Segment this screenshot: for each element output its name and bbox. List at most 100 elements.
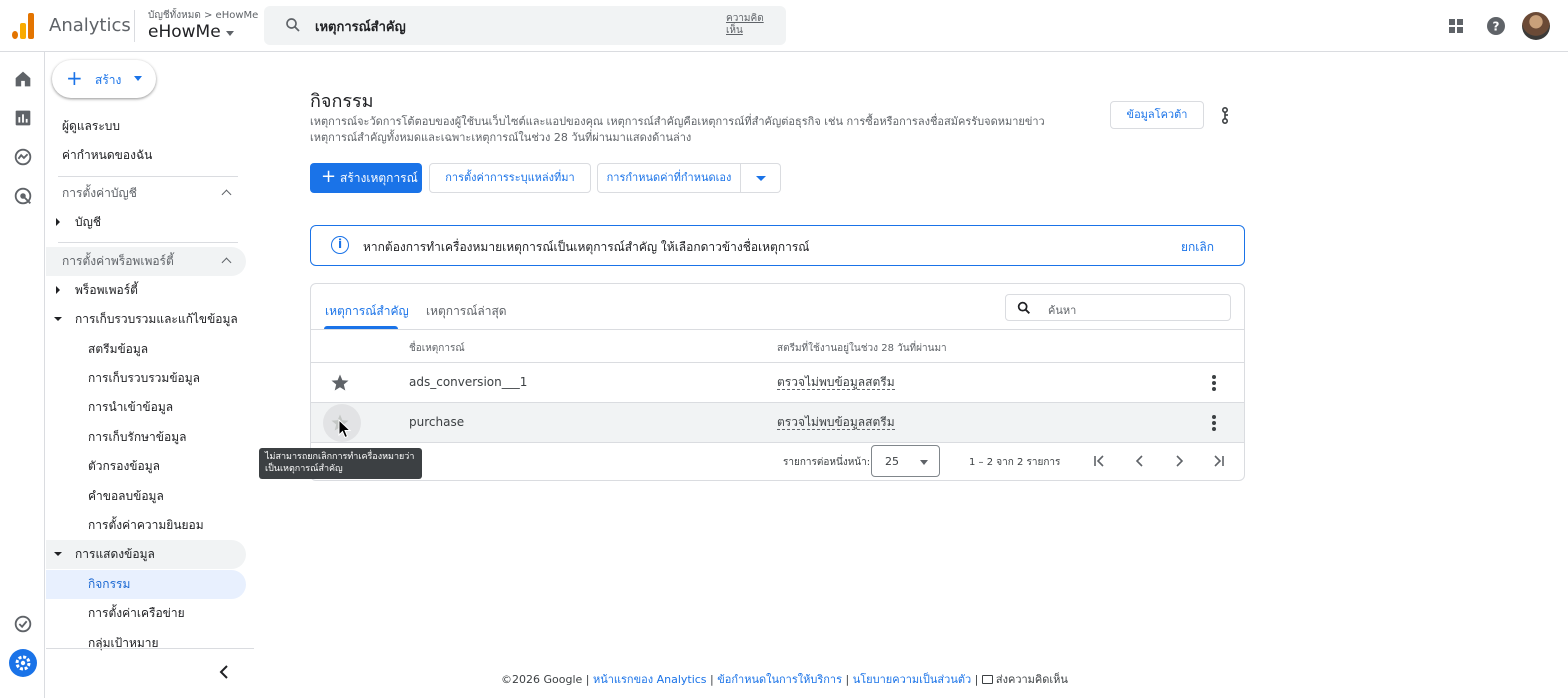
admin-sidebar: + สร้าง ผู้ดูแลระบบ ค่ากำหนดของฉัน การตั… <box>46 52 254 698</box>
star-icon[interactable] <box>328 371 352 395</box>
more-vert-icon[interactable] <box>1208 373 1220 393</box>
sidebar-section-property-settings[interactable]: การตั้งค่าพร็อพเพอร์ตี้ <box>46 247 246 276</box>
footer: ©2026 Google | หน้าแรกของ Analytics | ข้… <box>501 670 1068 688</box>
chevron-up-icon <box>221 257 232 268</box>
column-header-event-name[interactable]: ชื่อเหตุการณ์ <box>409 341 465 356</box>
sidebar-item-data-streams[interactable]: สตรีมข้อมูล <box>46 335 246 364</box>
footer-separator: | <box>971 673 982 686</box>
sidebar-item-label: พร็อพเพอร์ตี้ <box>75 283 138 297</box>
plus-icon: + <box>321 166 337 187</box>
chevron-down-icon <box>134 76 142 81</box>
table-row: purchase ตรวจไม่พบข้อมูลสตรีม <box>311 403 1244 443</box>
insights-icon[interactable] <box>1216 106 1234 126</box>
collapse-sidebar-icon[interactable] <box>217 664 233 680</box>
sidebar-section-account-settings[interactable]: การตั้งค่าบัญชี <box>46 179 246 208</box>
chevron-down-icon[interactable] <box>226 31 234 36</box>
collapse-arrow-icon <box>54 552 62 556</box>
sidebar-item-data-deletion[interactable]: คำขอลบข้อมูล <box>46 482 246 511</box>
tab-recent-events[interactable]: เหตุการณ์ล่าสุด <box>426 302 507 321</box>
rows-per-page-select[interactable]: 25 <box>871 445 940 477</box>
footer-link-feedback[interactable]: ส่งความคิดเห็น <box>996 673 1068 686</box>
events-table-card: เหตุการณ์สำคัญ เหตุการณ์ล่าสุด ค้นหา ชื่… <box>310 283 1245 481</box>
account-breadcrumb[interactable]: บัญชีทั้งหมด > eHowMe <box>148 8 258 23</box>
banner-message: หากต้องการทำเครื่องหมายเหตุการณ์เป็นเหตุ… <box>363 240 810 254</box>
sidebar-item-data-collection[interactable]: การเก็บรวบรวมและแก้ไขข้อมูล <box>46 305 246 334</box>
search-input[interactable]: เหตุการณ์สำคัญ ความคิดเห็น <box>264 6 786 45</box>
create-label: สร้าง <box>95 73 122 87</box>
expand-arrow-icon <box>56 218 60 226</box>
help-icon[interactable]: ? <box>1482 12 1510 40</box>
home-icon[interactable] <box>12 68 34 90</box>
last-page-icon[interactable] <box>1210 453 1226 469</box>
plus-icon: + <box>66 66 83 90</box>
search-icon <box>1017 301 1030 314</box>
create-event-button[interactable]: + สร้างเหตุการณ์ <box>310 163 422 193</box>
search-query: เหตุการณ์สำคัญ <box>315 20 406 35</box>
avatar[interactable] <box>1522 12 1550 40</box>
sidebar-item-data-filters[interactable]: ตัวกรองข้อมูล <box>46 452 246 481</box>
more-vert-icon[interactable] <box>1208 413 1220 433</box>
sidebar-item-data-collection-settings[interactable]: การเก็บรวบรวมข้อมูล <box>46 364 246 393</box>
sidebar-item-account[interactable]: บัญชี <box>46 208 246 237</box>
sidebar-item-admin[interactable]: ผู้ดูแลระบบ <box>46 112 246 141</box>
account-selector[interactable]: eHowMe <box>148 22 221 42</box>
divider <box>58 242 238 243</box>
check-circle-icon[interactable] <box>12 613 34 635</box>
top-bar: Analytics บัญชีทั้งหมด > eHowMe eHowMe เ… <box>0 0 1568 52</box>
sidebar-item-data-retention[interactable]: การเก็บรักษาข้อมูล <box>46 423 246 452</box>
sidebar-item-label: บัญชี <box>75 215 101 229</box>
banner-dismiss-button[interactable]: ยกเลิก <box>1181 238 1214 257</box>
feedback-icon <box>981 675 993 684</box>
info-icon: i <box>331 236 349 254</box>
column-header-stream[interactable]: สตรีมที่ใช้งานอยู่ในช่วง 28 วันที่ผ่านมา <box>777 341 947 356</box>
tab-key-events[interactable]: เหตุการณ์สำคัญ <box>325 302 409 321</box>
footer-link-terms[interactable]: ข้อกำหนดในการให้บริการ <box>717 673 842 686</box>
attribution-settings-button[interactable]: การตั้งค่าการระบุแหล่งที่มา <box>429 163 591 193</box>
sidebar-item-data-display[interactable]: การแสดงข้อมูล <box>46 540 246 569</box>
divider <box>134 10 135 42</box>
custom-definitions-button[interactable]: การกำหนดค่าที่กำหนดเอง <box>597 163 741 193</box>
first-page-icon[interactable] <box>1092 453 1108 469</box>
nav-rail <box>0 52 45 698</box>
divider <box>58 176 238 177</box>
sidebar-item-preferences[interactable]: ค่ากำหนดของฉัน <box>46 141 246 170</box>
sidebar-item-events[interactable]: กิจกรรม <box>46 570 246 599</box>
footer-separator: | <box>842 673 853 686</box>
sidebar-item-consent-settings[interactable]: การตั้งค่าความยินยอม <box>46 511 246 540</box>
create-button[interactable]: + สร้าง <box>52 60 156 98</box>
table-search-input[interactable]: ค้นหา <box>1005 294 1231 321</box>
next-page-icon[interactable] <box>1171 453 1187 469</box>
sidebar-item-data-import[interactable]: การนำเข้าข้อมูล <box>46 393 246 422</box>
footer-link-privacy[interactable]: นโยบายความเป็นส่วนตัว <box>853 673 971 686</box>
search-feedback-link[interactable]: ความคิดเห็น <box>726 13 770 37</box>
star-tooltip: ไม่สามารถยกเลิกการทำเครื่องหมายว่าเป็นเห… <box>259 448 422 479</box>
more-options-dropdown[interactable] <box>741 163 781 193</box>
sidebar-item-audiences[interactable]: กลุ่มเป้าหมาย <box>46 629 246 658</box>
page-title: กิจกรรม <box>310 91 374 112</box>
sidebar-item-label: การเก็บรวบรวมและแก้ไขข้อมูล <box>75 312 238 326</box>
info-banner: i หากต้องการทำเครื่องหมายเหตุการณ์เป็นเห… <box>310 225 1245 266</box>
table-header: ชื่อเหตุการณ์ สตรีมที่ใช้งานอยู่ในช่วง 2… <box>311 330 1244 363</box>
sidebar-item-network-settings[interactable]: การตั้งค่าเครือข่าย <box>46 599 246 628</box>
event-name: ads_conversion___1 <box>409 375 528 389</box>
admin-gear-icon[interactable] <box>9 649 37 677</box>
footer-link-home[interactable]: หน้าแรกของ Analytics <box>593 673 707 686</box>
sidebar-item-property[interactable]: พร็อพเพอร์ตี้ <box>46 276 246 305</box>
stream-status[interactable]: ตรวจไม่พบข้อมูลสตรีม <box>777 375 895 390</box>
collapse-arrow-icon <box>54 317 62 321</box>
explore-icon[interactable] <box>12 146 34 168</box>
reports-icon[interactable] <box>12 107 34 129</box>
pagination: รายการต่อหนึ่งหน้า: 25 1 – 2 จาก 2 รายกา… <box>311 442 1244 480</box>
main-content: กิจกรรม เหตุการณ์จะวัดการโต้ตอบของผู้ใช้… <box>254 52 1568 698</box>
page-description: เหตุการณ์จะวัดการโต้ตอบของผู้ใช้บนเว็บไซ… <box>310 115 1045 144</box>
advertising-icon[interactable] <box>12 185 34 207</box>
stream-status[interactable]: ตรวจไม่พบข้อมูลสตรีม <box>777 415 895 430</box>
quota-info-button[interactable]: ข้อมูลโควต้า <box>1110 101 1204 129</box>
sidebar-item-label: การแสดงข้อมูล <box>75 547 155 561</box>
apps-grid-icon[interactable] <box>1442 12 1470 40</box>
tab-bar: เหตุการณ์สำคัญ เหตุการณ์ล่าสุด ค้นหา <box>311 284 1244 330</box>
footer-separator: | <box>706 673 718 686</box>
analytics-logo-icon[interactable] <box>12 13 34 39</box>
section-label: การตั้งค่าพร็อพเพอร์ตี้ <box>62 254 174 268</box>
prev-page-icon[interactable] <box>1132 453 1148 469</box>
